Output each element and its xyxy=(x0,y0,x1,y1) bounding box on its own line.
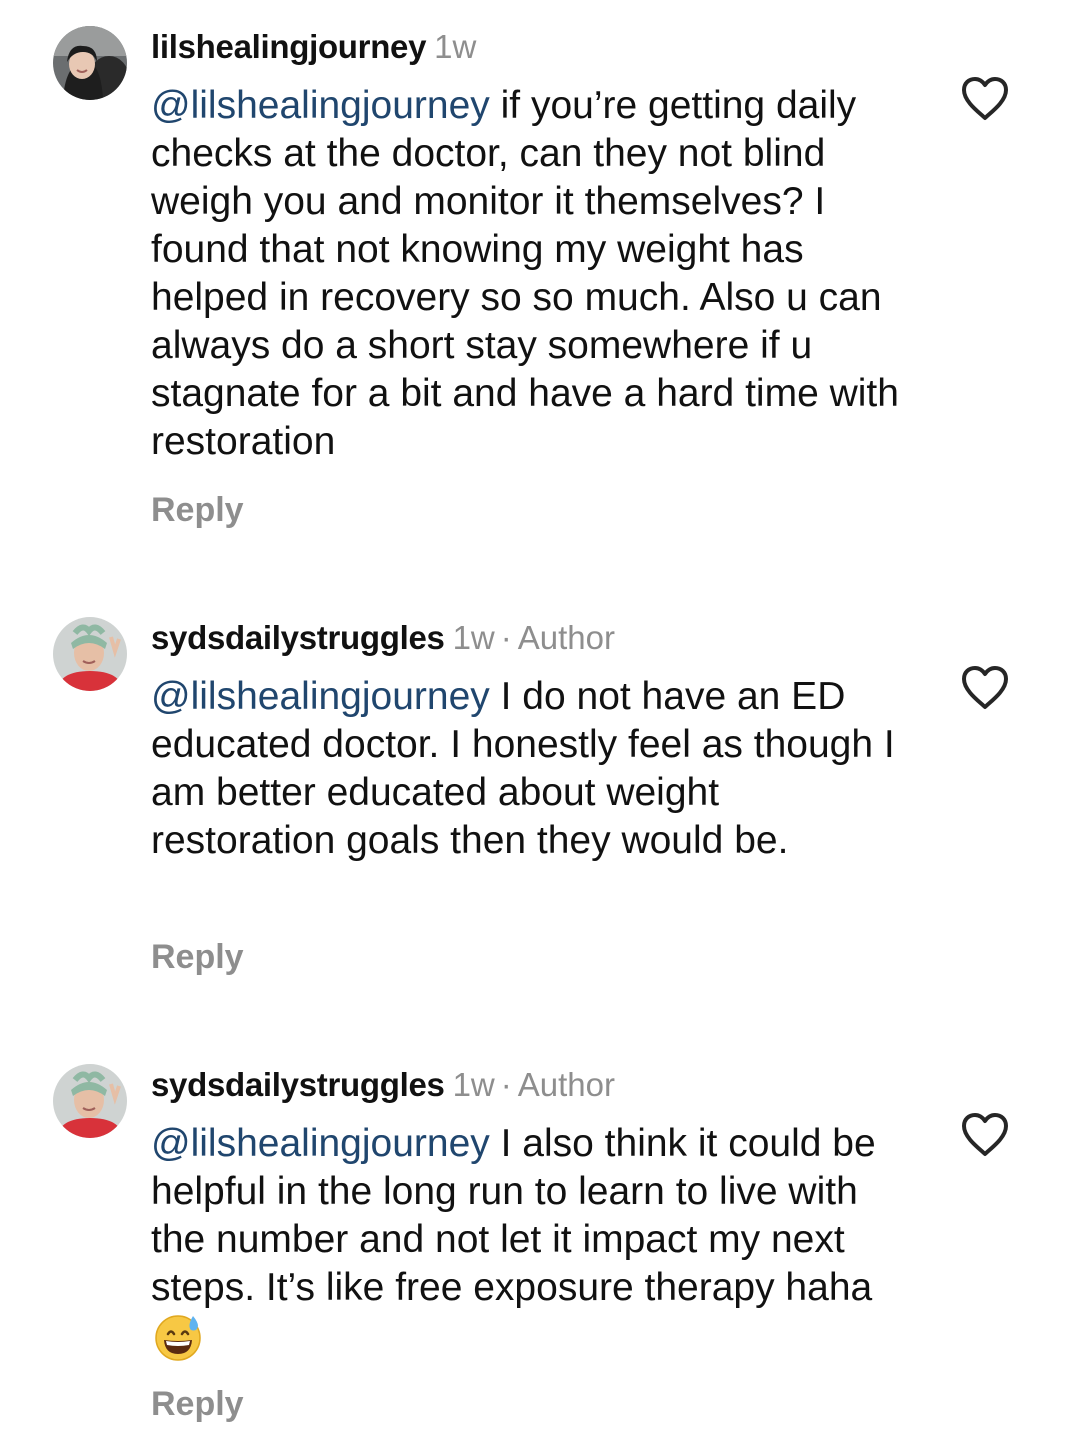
comment-text: @lilshealingjourney I do not have an ED … xyxy=(151,673,911,865)
like-button[interactable] xyxy=(958,1110,1012,1160)
profile-photo-woman-icon xyxy=(53,26,127,100)
mention-link[interactable]: @lilshealingjourney xyxy=(151,675,490,718)
like-button[interactable] xyxy=(958,74,1012,124)
mention-link[interactable]: @lilshealingjourney xyxy=(151,84,490,127)
reply-button[interactable]: Reply xyxy=(151,937,244,977)
comment-text: @lilshealingjourney if you’re getting da… xyxy=(151,82,911,466)
profile-photo-person-headband-icon xyxy=(53,1064,127,1138)
avatar[interactable] xyxy=(53,1064,127,1138)
grinning-face-with-sweat-icon xyxy=(153,1312,203,1362)
mention-link[interactable]: @lilshealingjourney xyxy=(151,1122,490,1165)
username[interactable]: sydsdailystruggles xyxy=(151,1066,445,1103)
timestamp: 1w xyxy=(452,1066,495,1103)
timestamp: 1w xyxy=(434,28,477,65)
like-button[interactable] xyxy=(958,663,1012,713)
reply-button[interactable]: Reply xyxy=(151,490,244,530)
username[interactable]: lilshealingjourney xyxy=(151,28,426,65)
heart-outline-icon xyxy=(962,666,1008,709)
profile-photo-person-headband-icon xyxy=(53,617,127,691)
heart-outline-icon xyxy=(962,77,1008,120)
comment-header: sydsdailystruggles 1w · Author xyxy=(151,1065,615,1105)
avatar[interactable] xyxy=(53,617,127,691)
author-badge: Author xyxy=(517,619,615,656)
reply-button[interactable]: Reply xyxy=(151,1384,244,1424)
comment-text: @lilshealingjourney I also think it coul… xyxy=(151,1120,911,1362)
comment-header: sydsdailystruggles 1w · Author xyxy=(151,618,615,658)
heart-outline-icon xyxy=(962,1113,1008,1156)
comment-header: lilshealingjourney 1w xyxy=(151,27,476,67)
separator-dot: · xyxy=(500,619,512,656)
username[interactable]: sydsdailystruggles xyxy=(151,619,445,656)
timestamp: 1w xyxy=(452,619,495,656)
separator-dot: · xyxy=(500,1066,512,1103)
author-badge: Author xyxy=(517,1066,615,1103)
avatar[interactable] xyxy=(53,26,127,100)
comment-body-text: if you’re getting daily checks at the do… xyxy=(151,84,899,463)
